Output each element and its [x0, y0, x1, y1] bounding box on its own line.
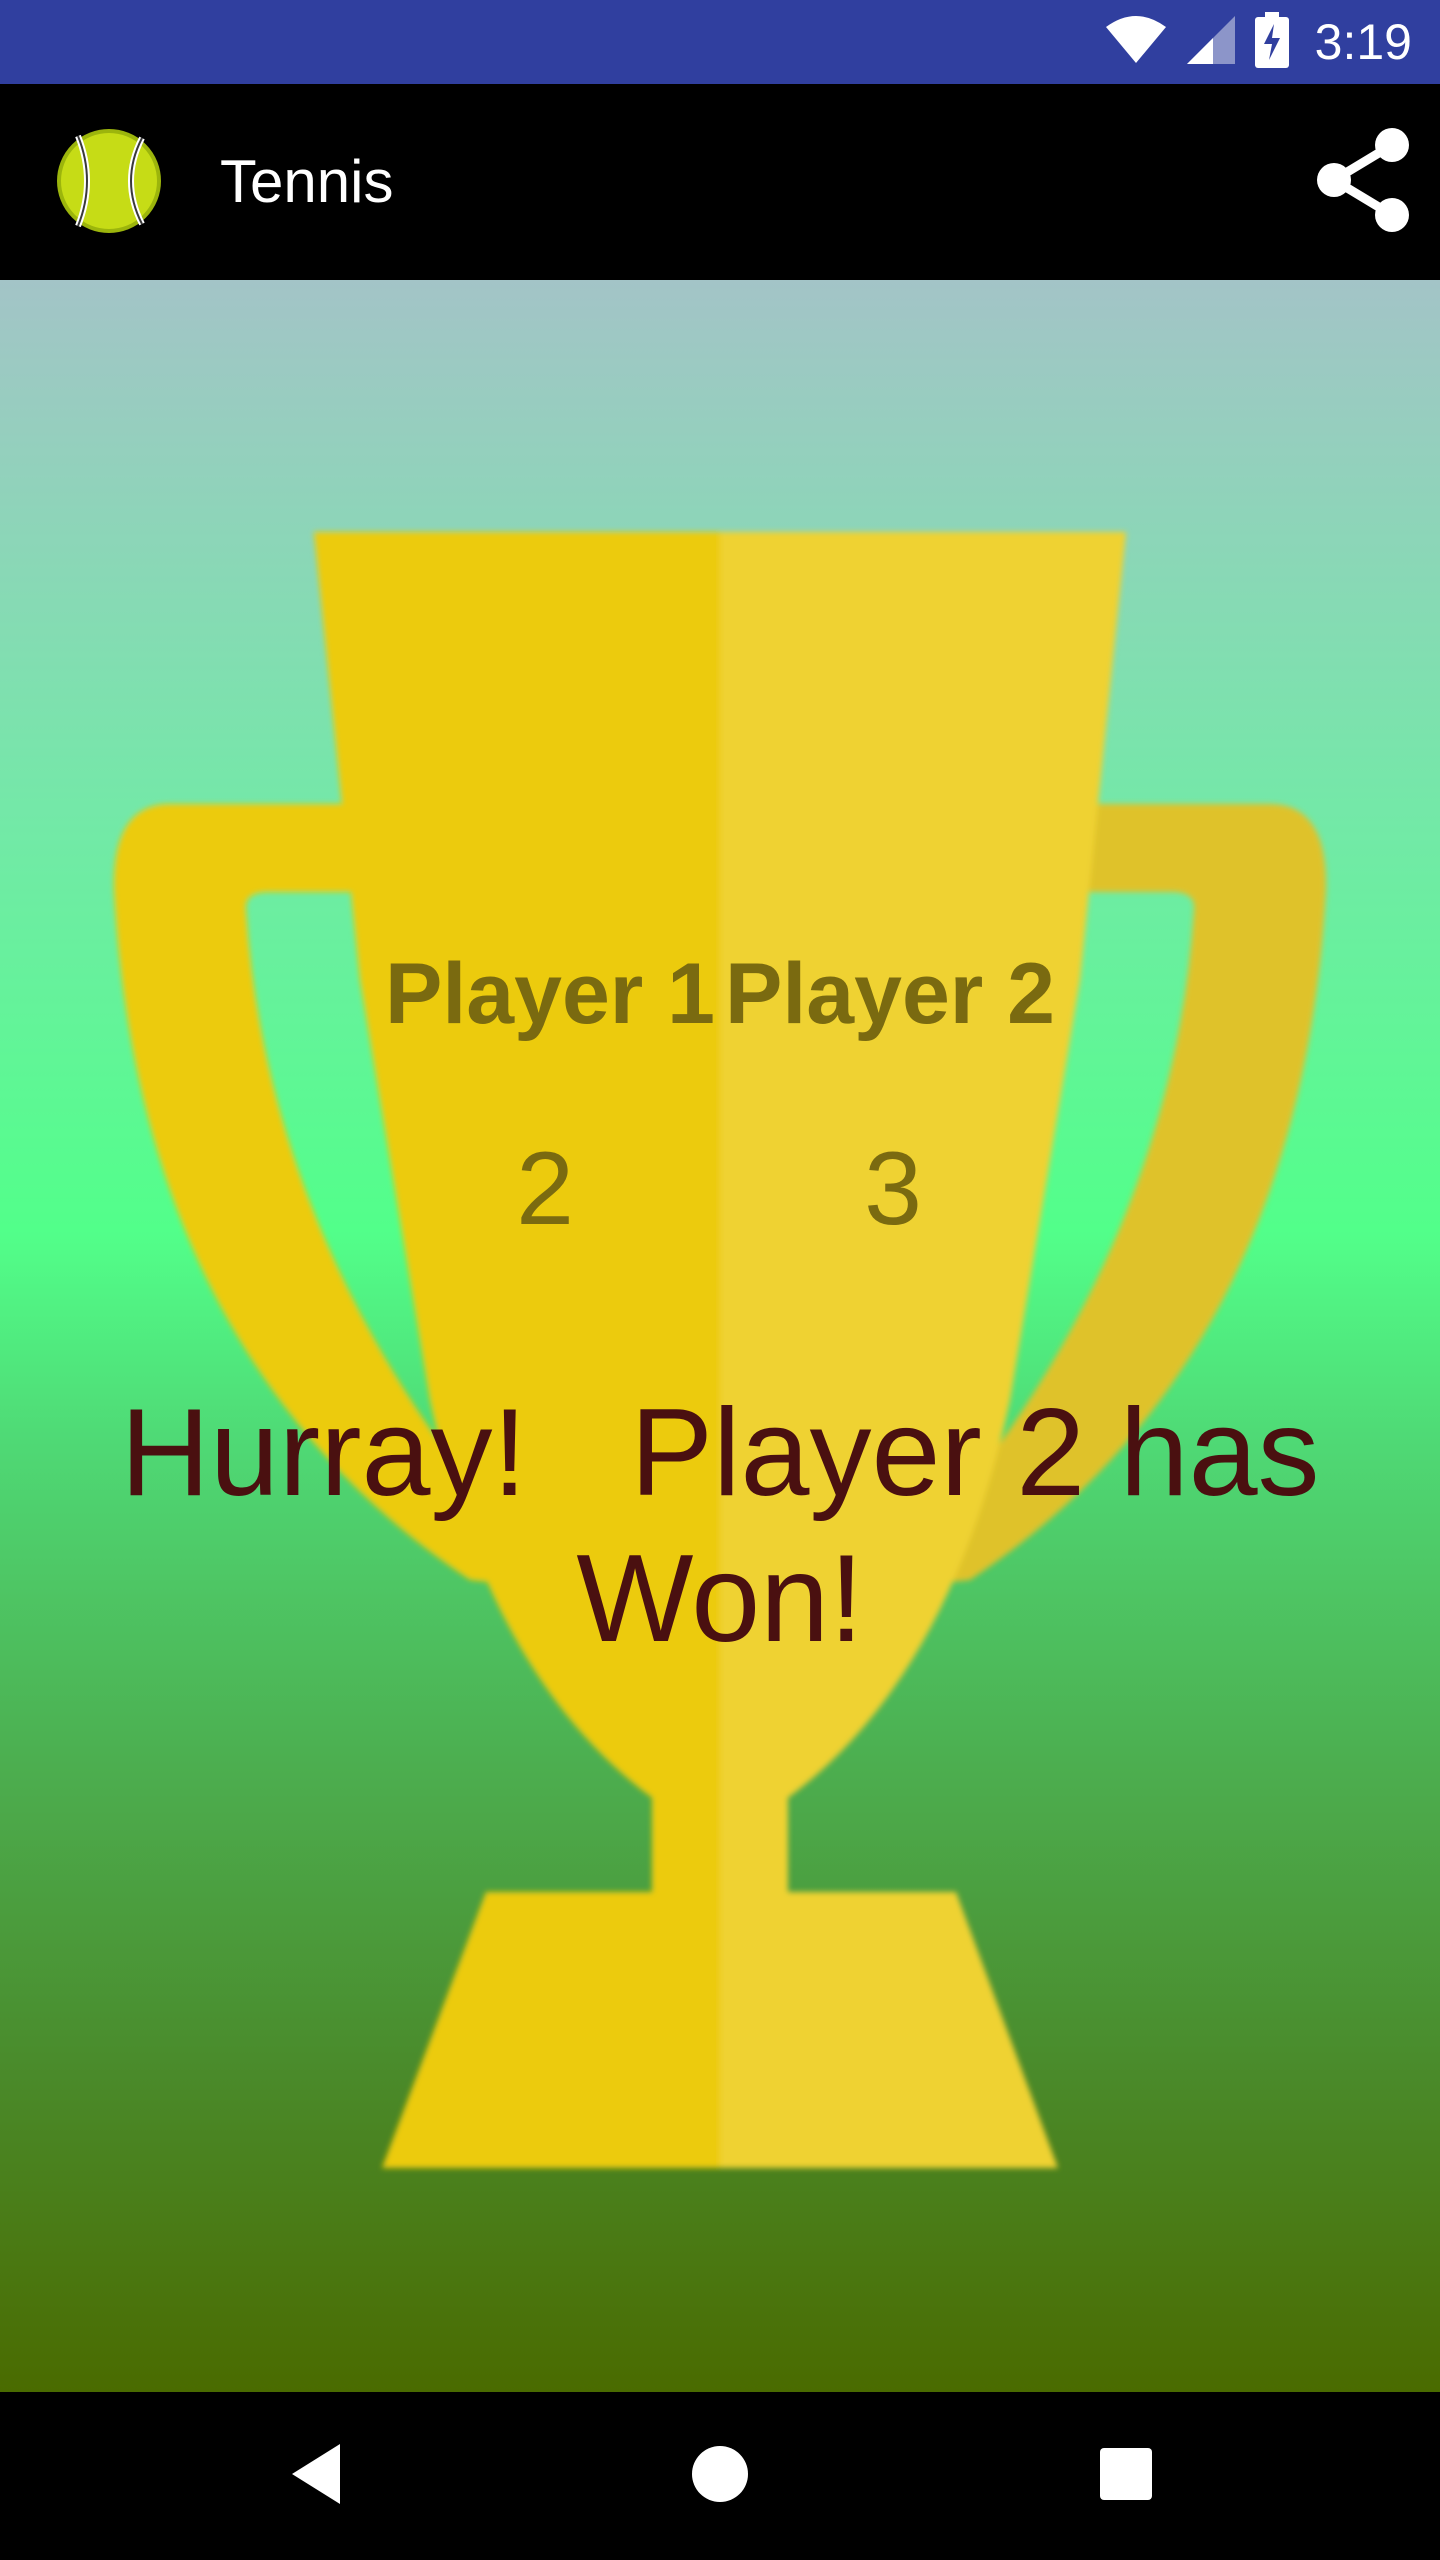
- tennis-ball-icon: [56, 128, 162, 234]
- share-button[interactable]: [1306, 126, 1418, 238]
- navigation-bar: [0, 2392, 1440, 2560]
- clock: 3:19: [1314, 14, 1412, 70]
- recents-icon: [1099, 2447, 1153, 2506]
- battery-charging-icon: [1254, 11, 1289, 73]
- screen: 3:19 Tennis Player 1 Player 2 2 3 Hurray…: [0, 0, 1440, 2560]
- player2-score: 3: [864, 1131, 922, 1247]
- trophy-icon: [113, 532, 1327, 2168]
- home-icon: [690, 2444, 750, 2509]
- player2-label: Player 2: [725, 946, 1055, 1042]
- status-bar: 3:19: [0, 0, 1440, 84]
- app-title: Tennis: [220, 148, 394, 215]
- player1-score: 2: [516, 1131, 574, 1247]
- status-icons: 3:19: [1105, 0, 1412, 84]
- players-header: Player 1 Player 2: [0, 945, 1440, 1044]
- back-icon: [288, 2442, 344, 2511]
- recents-button[interactable]: [1042, 2392, 1210, 2560]
- app-bar: Tennis: [0, 84, 1440, 280]
- back-button[interactable]: [232, 2392, 400, 2560]
- share-icon: [1312, 125, 1412, 240]
- winner-message: Hurray! Player 2 has Won!: [120, 1384, 1355, 1668]
- signal-icon: [1185, 14, 1237, 71]
- wifi-icon: [1105, 15, 1167, 70]
- home-button[interactable]: [636, 2392, 804, 2560]
- player1-label: Player 1: [385, 946, 715, 1042]
- game-result-panel: Player 1 Player 2 2 3 Hurray! Player 2 ha…: [0, 280, 1440, 2392]
